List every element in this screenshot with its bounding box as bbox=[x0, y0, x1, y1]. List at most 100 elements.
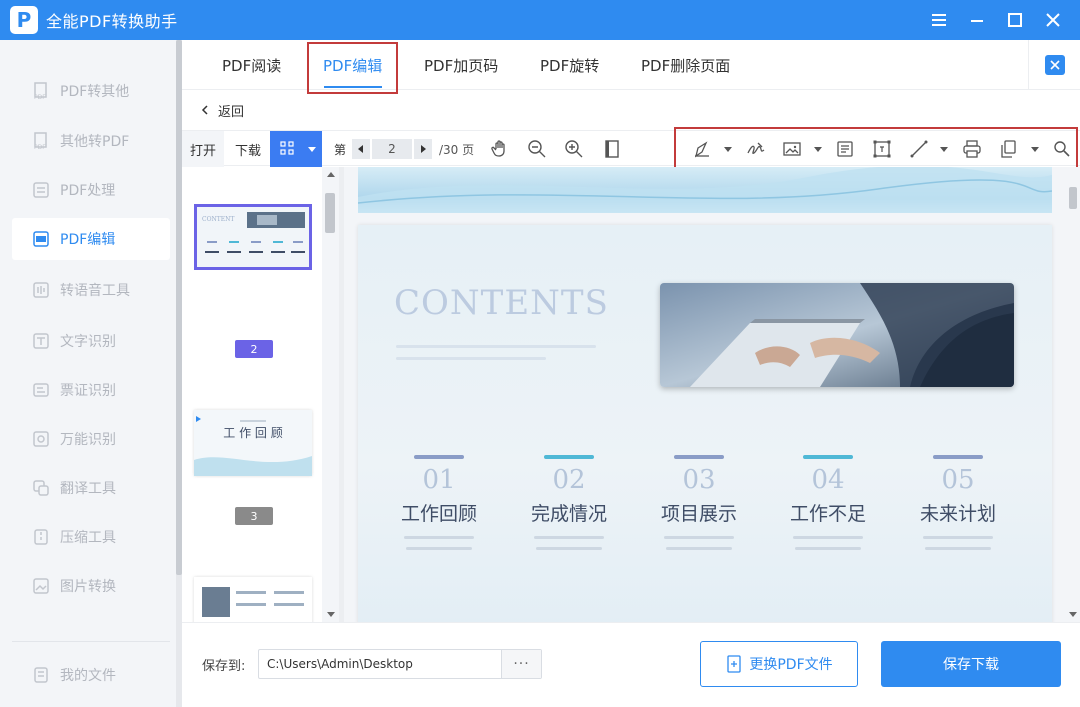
sidebar-item-label: 万能识别 bbox=[60, 432, 116, 448]
item-number: 03 bbox=[682, 465, 716, 495]
close-icon[interactable] bbox=[1034, 0, 1072, 40]
thumbnail-page-2[interactable]: CONTENT bbox=[194, 204, 312, 270]
thumbnail-title: 工 作 回 顾 bbox=[223, 426, 283, 440]
chevron-left-icon bbox=[201, 105, 208, 115]
sidebar: PDF PDF转其他 PDF 其他转PDF PDF处理 PDF编辑 转语音工具 … bbox=[0, 40, 176, 707]
save-to-label: 保存到: bbox=[202, 659, 246, 674]
scroll-thumb[interactable] bbox=[1069, 187, 1077, 209]
replace-pdf-label: 更换PDF文件 bbox=[749, 657, 833, 673]
item-label: 工作回顾 bbox=[400, 503, 477, 525]
open-button[interactable]: 打开 bbox=[182, 131, 224, 167]
sidebar-item-translate[interactable]: 翻译工具 bbox=[12, 467, 170, 509]
scroll-up-icon[interactable] bbox=[327, 172, 335, 177]
pdf-edit-icon bbox=[32, 230, 50, 248]
menu-icon[interactable] bbox=[920, 0, 958, 40]
thumbnail-view-button[interactable] bbox=[270, 131, 322, 167]
document-viewer: CONTENTS 01 工作回顾 02 完成情况 03 项目展示 04 工作不足… bbox=[344, 167, 1066, 622]
page-number-input[interactable]: 2 bbox=[372, 139, 412, 159]
sidebar-item-ticket[interactable]: 票证识别 bbox=[12, 369, 170, 411]
maximize-icon[interactable] bbox=[996, 0, 1034, 40]
tab-pdf-page-number[interactable]: PDF加页码 bbox=[424, 40, 498, 90]
image-convert-icon bbox=[32, 577, 50, 595]
add-file-icon bbox=[727, 655, 742, 673]
pdf-process-icon bbox=[32, 181, 50, 199]
total-pages-label: /30 页 bbox=[439, 142, 475, 157]
save-path-field: ··· bbox=[258, 649, 542, 679]
sidebar-item-label: 翻译工具 bbox=[60, 481, 116, 497]
folder-icon bbox=[32, 666, 50, 684]
sidebar-item-compress[interactable]: 压缩工具 bbox=[12, 516, 170, 558]
ocr-icon bbox=[32, 332, 50, 350]
item-label: 项目展示 bbox=[660, 503, 737, 525]
sidebar-item-universal[interactable]: 万能识别 bbox=[12, 418, 170, 460]
speech-icon bbox=[32, 281, 50, 299]
thumbnail-scrollbar[interactable] bbox=[322, 167, 339, 622]
back-label: 返回 bbox=[218, 104, 245, 120]
svg-text:PDF: PDF bbox=[34, 94, 46, 100]
item-accent-bar bbox=[933, 455, 983, 459]
sidebar-item-image-convert[interactable]: 图片转换 bbox=[12, 565, 170, 607]
scroll-down-icon[interactable] bbox=[327, 612, 335, 617]
blurred-text-line bbox=[536, 547, 602, 550]
triangle-left-icon bbox=[358, 145, 363, 153]
zoom-in-icon[interactable] bbox=[563, 138, 585, 160]
page-prefix-label: 第 bbox=[334, 142, 347, 157]
contents-item: 05 未来计划 bbox=[903, 455, 1013, 550]
item-number: 01 bbox=[422, 465, 456, 495]
tab-pdf-rotate[interactable]: PDF旋转 bbox=[540, 40, 599, 90]
window-controls bbox=[920, 0, 1072, 40]
sidebar-item-my-files[interactable]: 我的文件 bbox=[12, 654, 170, 696]
footer-bar: 保存到: ··· 更换PDF文件 保存下载 bbox=[182, 622, 1080, 707]
viewer-scrollbar[interactable] bbox=[1066, 167, 1080, 622]
tab-pdf-read[interactable]: PDF阅读 bbox=[222, 40, 281, 90]
pdf-page[interactable]: CONTENTS 01 工作回顾 02 完成情况 03 项目展示 04 工作不足… bbox=[358, 225, 1052, 622]
close-icon bbox=[1044, 55, 1065, 75]
sidebar-item-pdf-edit[interactable]: PDF编辑 bbox=[12, 218, 170, 260]
annotation-highlight-box bbox=[674, 127, 1078, 172]
sidebar-item-ocr[interactable]: 文字识别 bbox=[12, 320, 170, 362]
minimize-icon[interactable] bbox=[958, 0, 996, 40]
thumbnail-heading: CONTENT bbox=[202, 216, 234, 223]
scroll-down-icon[interactable] bbox=[1069, 612, 1077, 617]
thumbnail-page-3[interactable]: 工 作 回 顾 bbox=[194, 410, 312, 476]
hand-icon[interactable] bbox=[489, 138, 511, 160]
sidebar-item-pdf-to-other[interactable]: PDF PDF转其他 bbox=[12, 70, 170, 112]
sidebar-item-label: PDF编辑 bbox=[60, 232, 116, 248]
item-label: 完成情况 bbox=[530, 503, 607, 525]
sidebar-divider bbox=[12, 641, 170, 642]
pdf-export-icon: PDF bbox=[32, 82, 50, 100]
blurred-text-line bbox=[396, 357, 546, 360]
prev-page-button[interactable] bbox=[352, 139, 370, 159]
chevron-down-icon bbox=[308, 147, 316, 152]
blurred-text-line bbox=[404, 536, 474, 539]
thumbnail-panel: CONTENT 2 工 作 回 顾 3 bbox=[182, 167, 339, 622]
tab-bar: PDF阅读 PDF编辑 PDF加页码 PDF旋转 PDF删除页面 bbox=[182, 40, 1080, 94]
sidebar-item-label: 文字识别 bbox=[60, 334, 116, 350]
blurred-text-line bbox=[534, 536, 604, 539]
title-bar: P 全能PDF转换助手 bbox=[0, 0, 1080, 40]
back-button[interactable]: 返回 bbox=[200, 100, 244, 120]
item-accent-bar bbox=[803, 455, 853, 459]
scroll-thumb[interactable] bbox=[325, 193, 335, 233]
thumbnail-page-4[interactable] bbox=[194, 577, 312, 622]
sidebar-item-pdf-process[interactable]: PDF处理 bbox=[12, 169, 170, 211]
next-page-button[interactable] bbox=[414, 139, 432, 159]
sidebar-item-other-to-pdf[interactable]: PDF 其他转PDF bbox=[12, 120, 170, 162]
blurred-text-line bbox=[666, 547, 732, 550]
save-path-input[interactable] bbox=[259, 650, 503, 678]
save-download-button[interactable]: 保存下载 bbox=[881, 641, 1061, 687]
fit-page-icon[interactable] bbox=[601, 138, 623, 160]
replace-pdf-button[interactable]: 更换PDF文件 bbox=[700, 641, 858, 687]
close-panel-button[interactable] bbox=[1028, 40, 1080, 90]
browse-button[interactable]: ··· bbox=[501, 650, 541, 678]
sidebar-item-label: 票证识别 bbox=[60, 383, 116, 399]
blurred-text-line bbox=[925, 547, 991, 550]
sidebar-item-speech[interactable]: 转语音工具 bbox=[12, 269, 170, 311]
tab-pdf-delete-page[interactable]: PDF删除页面 bbox=[641, 40, 730, 90]
page-number-badge: 2 bbox=[235, 340, 273, 358]
download-button[interactable]: 下载 bbox=[226, 131, 270, 167]
blurred-text-line bbox=[923, 536, 993, 539]
zoom-out-icon[interactable] bbox=[526, 138, 548, 160]
blurred-text-line bbox=[396, 345, 596, 348]
sidebar-item-label: 其他转PDF bbox=[60, 134, 130, 150]
